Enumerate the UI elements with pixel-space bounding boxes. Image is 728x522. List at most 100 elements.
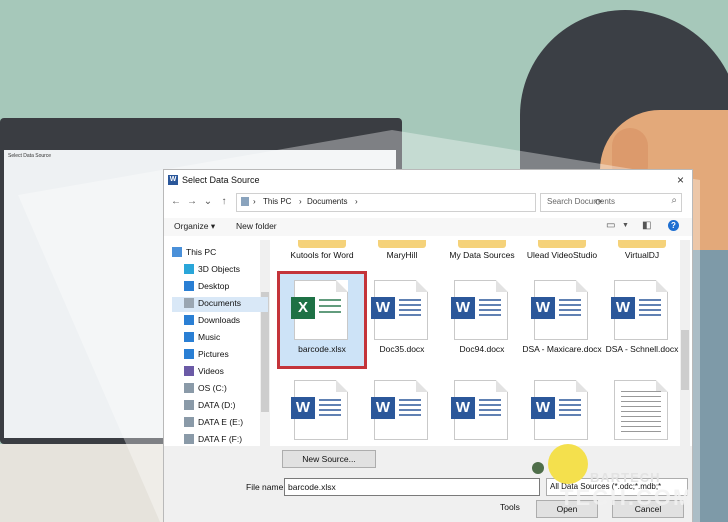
page-fold (336, 380, 348, 392)
path-separator: › (299, 197, 302, 206)
folder-name[interactable]: MaryHill (360, 250, 444, 261)
sidebar-item-label: Desktop (198, 281, 230, 291)
page-fold (336, 280, 348, 292)
sidebar-item[interactable]: Desktop (172, 280, 268, 295)
file-name-value: barcode.xlsx (288, 482, 336, 492)
music-icon (184, 332, 194, 342)
sidebar-item[interactable]: Documents (172, 297, 268, 312)
sidebar-item[interactable]: Pictures (172, 348, 268, 363)
help-icon[interactable]: ? (668, 220, 679, 231)
new-folder-button[interactable]: New folder (236, 221, 277, 231)
file-tile[interactable]: W DSA - Schnell.docx (600, 274, 682, 366)
text-line (621, 426, 661, 427)
view-dropdown-icon[interactable]: ▼ (622, 222, 629, 229)
tools-menu[interactable]: Tools (500, 502, 520, 512)
word-file-icon: W (451, 380, 508, 440)
folder-icon[interactable] (458, 240, 506, 248)
sidebar-item-label: OS (C:) (198, 383, 227, 393)
word-badge-icon: W (371, 397, 395, 419)
sidebar-item[interactable]: Music (172, 331, 268, 346)
folder-icon[interactable] (618, 240, 666, 248)
address-bar[interactable]: › This PC › Documents › ⟳ (236, 193, 603, 212)
text-line (621, 411, 661, 412)
content-lines (319, 399, 341, 417)
file-list-scroll-thumb[interactable] (681, 330, 689, 390)
sidebar-item-label: Videos (198, 366, 224, 376)
page-fold (416, 380, 428, 392)
sidebar-item[interactable]: OS (C:) (172, 382, 268, 397)
word-file-icon: W (611, 280, 668, 340)
folder-name[interactable]: VirtualDJ (600, 250, 682, 261)
content-lines (399, 399, 421, 417)
sidebar-item[interactable]: Videos (172, 365, 268, 380)
word-badge-icon: W (531, 397, 555, 419)
view-options-icon[interactable]: ▭ (606, 220, 615, 231)
organize-menu[interactable]: Organize ▾ (174, 221, 215, 232)
file-name: Doc94.docx (459, 344, 505, 354)
sidebar-item-label: DATA E (E:) (198, 417, 244, 427)
file-tile[interactable]: W Doc94.docx (440, 274, 524, 366)
sidebar-item[interactable]: DATA E (E:) (172, 416, 268, 431)
folder-icon[interactable] (378, 240, 426, 248)
recent-dropdown-icon[interactable]: ⌄ (202, 196, 214, 207)
file-tile[interactable]: WHCC Access... (360, 374, 444, 446)
content-lines (399, 299, 421, 317)
folder-name[interactable]: Ulead VideoStudio (520, 250, 604, 261)
word-file-icon: W (531, 380, 588, 440)
file-tile[interactable]: W Doc35.docx (360, 274, 444, 366)
text-line (621, 431, 661, 432)
sidebar-item[interactable]: This PC (172, 246, 268, 261)
computer-icon (172, 247, 182, 257)
word-file-icon: W (371, 280, 428, 340)
new-source-button[interactable]: New Source... (282, 450, 376, 468)
mini-dialog-title: Select Data Source (8, 153, 52, 159)
file-tile[interactable]: WHCC Password... (440, 374, 524, 446)
breadcrumb-documents[interactable]: Documents (307, 197, 347, 206)
sidebar-item-label: 3D Objects (198, 264, 241, 274)
back-arrow-icon[interactable]: ← (170, 196, 182, 207)
search-box[interactable]: Search Documents ⌕ (540, 193, 682, 212)
sidebar-item[interactable]: 3D Objects (172, 263, 268, 278)
file-tile[interactable]: Xbarcode.xlsx (280, 274, 364, 366)
picture-icon (184, 349, 194, 359)
sidebar-item-label: This PC (186, 247, 217, 257)
dialog-title: Select Data Source (182, 175, 260, 185)
content-lines (559, 299, 581, 317)
folder-name[interactable]: Kutools for Word (280, 250, 364, 261)
up-arrow-icon[interactable]: ↑ (218, 196, 230, 207)
folder-icon[interactable] (538, 240, 586, 248)
sidebar-item-label: DATA F (F:) (198, 434, 243, 444)
file-name-input[interactable]: barcode.xlsx (284, 478, 540, 496)
word-badge-icon: W (531, 297, 555, 319)
title-bar: W Select Data Source × (164, 170, 692, 192)
toolbar: Organize ▾ New folder ▭ ▼ ◧ (164, 218, 692, 236)
document-icon (184, 298, 194, 308)
preview-pane-icon[interactable]: ◧ (642, 220, 651, 231)
desktop-icon (184, 281, 194, 291)
sidebar-item[interactable]: DATA F (F:) (172, 433, 268, 448)
text-line (621, 401, 661, 402)
file-tile[interactable]: W DSA - Maxicare.docx (520, 274, 604, 366)
folder-icon[interactable] (298, 240, 346, 248)
page-fold (576, 380, 588, 392)
file-tile[interactable]: PKEYMSOFFICE20... (600, 374, 682, 446)
sidebar-item[interactable]: Downloads (172, 314, 268, 329)
close-button[interactable]: × (677, 173, 684, 187)
file-list: Kutools for Word MaryHill My Data Sources U… (274, 240, 682, 446)
sidebar-item[interactable]: DATA (D:) (172, 399, 268, 414)
path-separator: › (253, 197, 256, 206)
word-badge-icon: W (611, 297, 635, 319)
breadcrumb-this-pc[interactable]: This PC (263, 197, 291, 206)
content-lines (479, 399, 501, 417)
page-fold (656, 280, 668, 292)
watermark-circle (548, 444, 588, 484)
sidebar-item-label: Downloads (198, 315, 241, 325)
text-file-icon (614, 380, 668, 440)
forward-arrow-icon[interactable]: → (186, 196, 198, 207)
file-tile[interactable]: WEmployee... (280, 374, 364, 446)
path-separator: › (355, 197, 358, 206)
word-file-icon: W (371, 380, 428, 440)
drive-icon (184, 434, 194, 444)
folder-name[interactable]: My Data Sources (440, 250, 524, 261)
file-tile[interactable]: WHCC Special... (520, 374, 604, 446)
